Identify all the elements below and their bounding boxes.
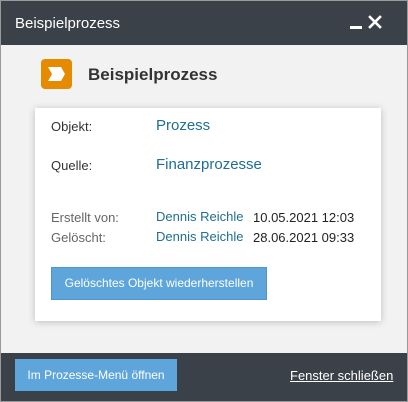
minimize-icon [350,26,362,29]
source-link[interactable]: Finanzprozesse [156,156,262,173]
dialog-window: Beispielprozess Beispielprozess Objekt: … [0,0,408,402]
close-button[interactable] [366,13,384,31]
deleted-label: Gelöscht: [51,230,106,245]
object-type-link[interactable]: Prozess [156,117,210,134]
window-title: Beispielprozess [15,15,121,32]
created-date: 10.05.2021 12:03 [253,210,355,225]
open-in-menu-button[interactable]: Im Prozesse-Menü öffnen [15,359,177,391]
created-label: Erstellt von: [51,210,119,225]
title-bar: Beispielprozess [1,1,407,45]
footer-bar: Im Prozesse-Menü öffnen Fenster schließe… [1,353,407,401]
created-by-link[interactable]: Dennis Reichle [156,209,243,224]
restore-object-button[interactable]: Gelöschtes Objekt wiederherstellen [51,267,267,300]
object-label: Objekt: [51,119,93,134]
deleted-date: 28.06.2021 09:33 [253,230,355,245]
deleted-by-link[interactable]: Dennis Reichle [156,229,243,244]
details-card: Objekt: Prozess Quelle: Finanzprozesse E… [35,108,381,321]
object-title: Beispielprozess [88,65,218,84]
process-chevron-icon [41,59,72,89]
close-icon [368,15,382,29]
close-window-link[interactable]: Fenster schließen [290,353,393,399]
source-label: Quelle: [51,158,93,173]
minimize-button[interactable] [347,13,365,31]
